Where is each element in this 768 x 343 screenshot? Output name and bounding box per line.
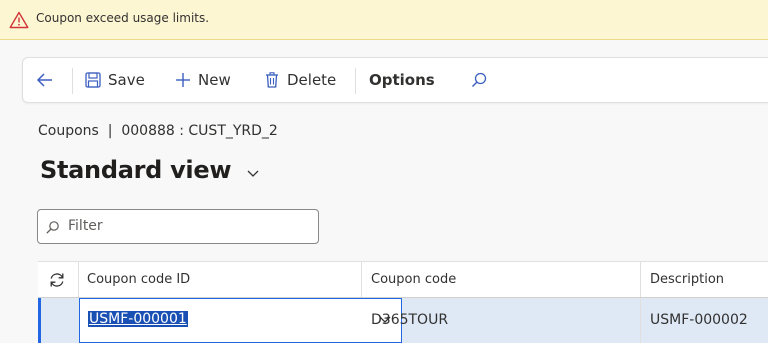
warning-bar: Coupon exceed usage limits.: [0, 0, 768, 40]
back-button[interactable]: [35, 58, 55, 102]
refresh-icon[interactable]: [48, 271, 66, 289]
row-selection-marker: [38, 298, 41, 343]
save-icon: [85, 72, 101, 88]
view-selector[interactable]: Standard view: [40, 156, 232, 184]
toolbar-divider: [72, 68, 73, 94]
options-tab[interactable]: Options: [369, 58, 435, 102]
coupon-code-cell[interactable]: D365TOUR: [371, 312, 448, 328]
action-toolbar: Save New Delete Options: [22, 57, 768, 103]
options-label: Options: [369, 71, 435, 89]
search-icon: [46, 221, 59, 234]
warning-triangle-icon: [9, 11, 29, 29]
column-header-coupon-code[interactable]: Coupon code: [371, 272, 456, 287]
search-button[interactable]: [470, 58, 488, 102]
save-button[interactable]: Save: [84, 58, 145, 102]
column-divider: [78, 262, 79, 297]
delete-label: Delete: [287, 71, 337, 89]
column-divider: [640, 262, 641, 297]
description-cell[interactable]: USMF-000002: [650, 312, 748, 328]
table-row[interactable]: USMF-000001 D365TOUR USMF-000002: [38, 298, 768, 343]
trash-icon: [266, 72, 278, 88]
coupon-code-id-lookup[interactable]: USMF-000001: [79, 298, 402, 343]
chevron-down-icon[interactable]: [247, 170, 259, 178]
new-label: New: [198, 71, 231, 89]
save-label: Save: [108, 71, 145, 89]
filter-box[interactable]: [37, 209, 319, 244]
search-icon: [472, 72, 487, 87]
new-button[interactable]: New: [174, 58, 231, 102]
back-arrow-icon: [36, 73, 52, 87]
filter-input[interactable]: [68, 216, 308, 236]
column-divider: [361, 262, 362, 297]
column-header-description[interactable]: Description: [650, 272, 724, 287]
page-title: Standard view: [40, 156, 232, 184]
breadcrumb: Coupons | 000888 : CUST_YRD_2: [38, 123, 278, 139]
plus-icon: [176, 73, 190, 87]
delete-button[interactable]: Delete: [263, 58, 336, 102]
column-header-coupon-code-id[interactable]: Coupon code ID: [87, 272, 190, 287]
column-divider: [640, 298, 641, 343]
grid-header: Coupon code ID Coupon code Description: [38, 261, 768, 298]
warning-message: Coupon exceed usage limits.: [36, 11, 210, 25]
coupon-code-id-value[interactable]: USMF-000001: [88, 311, 188, 327]
toolbar-divider: [355, 68, 356, 94]
